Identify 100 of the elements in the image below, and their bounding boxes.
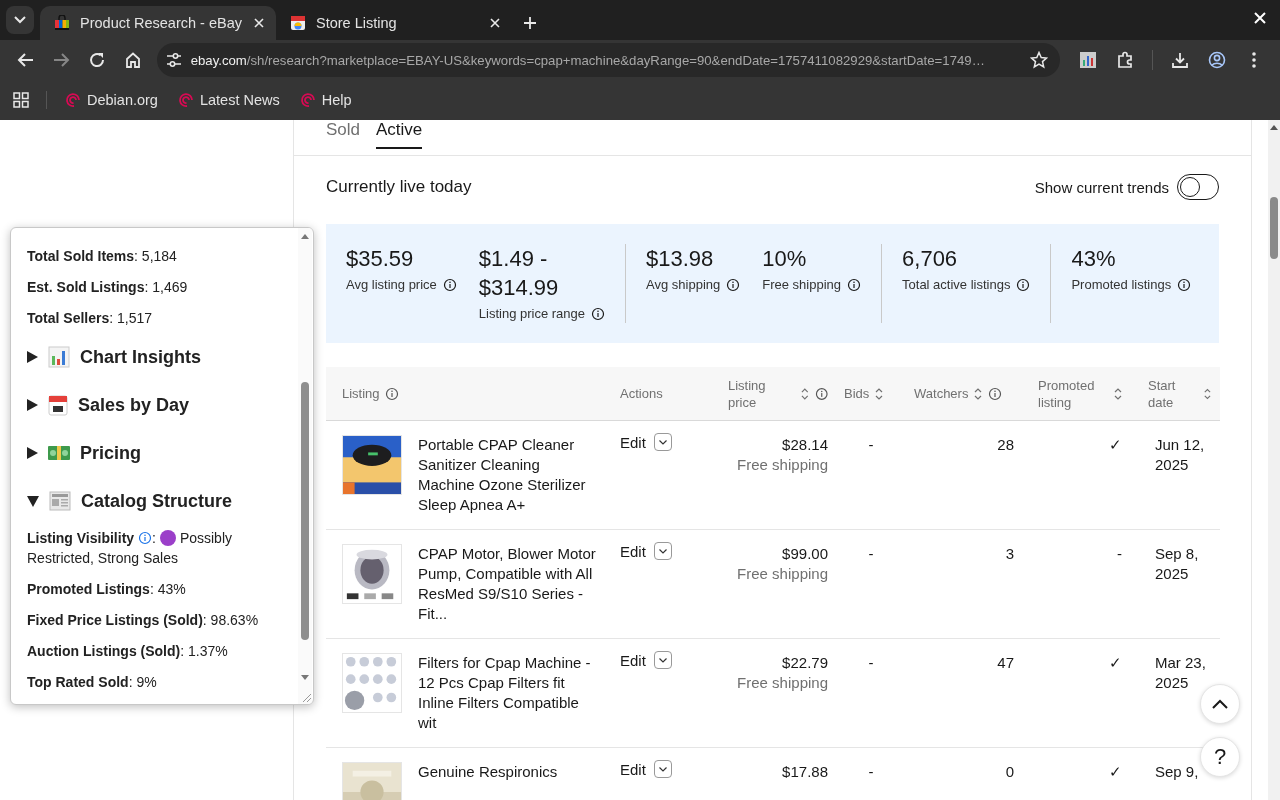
listing-title-link[interactable]: Genuine Respironics — [418, 762, 598, 800]
listing-title-link[interactable]: Portable CPAP Cleaner Sanitizer Cleaning Machine Ozone Sterilizer Sleep Apnea A+ — [418, 435, 598, 515]
swirl-icon — [177, 92, 194, 108]
price: $99.00 — [781, 544, 828, 564]
edit-button[interactable]: Edit — [620, 651, 646, 671]
listing-title-link[interactable]: CPAP Motor, Blower Motor Pump, Compatible with All ResMed S9/S10 Series - Fit... — [418, 544, 598, 624]
plus-icon — [524, 17, 536, 29]
dropdown-button[interactable] — [653, 651, 672, 669]
dropdown-button[interactable] — [653, 760, 672, 778]
stat-label: Promoted listings — [1071, 277, 1172, 292]
swirl-icon — [299, 92, 316, 108]
address-bar[interactable]: ebay.com/sh/research?marketplace=EBAY-US&keywords=cpap+machine&dayRange=90&endDate=1757411082929&startDate=1749… — [156, 43, 1060, 77]
dropdown-button[interactable] — [653, 542, 672, 560]
column-header[interactable]: Listing price — [720, 367, 836, 421]
close-icon — [1254, 12, 1266, 24]
info-icon[interactable] — [442, 277, 457, 292]
scroll-up-icon — [301, 234, 309, 239]
stat-label: Avg shipping — [646, 277, 721, 292]
info-icon[interactable] — [814, 386, 828, 401]
bookmark[interactable]: Latest News — [169, 88, 288, 112]
start-date: Sep 9, — [1155, 763, 1199, 780]
bids-count: - — [868, 436, 874, 453]
shipping-note: Free shipping — [736, 564, 828, 584]
shipping-note: Free shipping — [736, 455, 828, 475]
promoted-status: ✓ — [1109, 763, 1122, 780]
chart-extension-icon — [1079, 51, 1097, 69]
chevron-up-icon — [1212, 699, 1228, 709]
star-icon[interactable] — [1030, 51, 1048, 69]
bar-chart-icon — [48, 346, 70, 368]
promoted-status: ✓ — [1109, 654, 1122, 671]
tab[interactable]: Active — [376, 120, 423, 149]
help-button[interactable]: ? — [1200, 737, 1240, 777]
chevron-down-icon — [658, 548, 667, 554]
window-close-button[interactable] — [1254, 12, 1266, 24]
column-header: Listing — [326, 367, 612, 421]
new-tab-button[interactable] — [522, 15, 538, 31]
browser-tab[interactable]: Product Research - eBay — [40, 6, 276, 40]
section-toggle[interactable]: Chart Insights — [27, 333, 201, 381]
price: $22.79 — [781, 653, 828, 673]
close-icon[interactable] — [254, 18, 264, 28]
section-toggle[interactable]: Sales by Day — [27, 381, 190, 429]
info-icon[interactable] — [1177, 277, 1192, 292]
edit-button[interactable]: Edit — [620, 542, 646, 562]
info-icon[interactable] — [591, 306, 606, 321]
info-icon[interactable] — [988, 386, 1003, 401]
bids-count: - — [868, 545, 874, 562]
bids-count: - — [868, 654, 874, 671]
toggle-label: Show current trends — [1034, 178, 1169, 196]
column-header: Actions — [612, 367, 720, 421]
edit-button[interactable]: Edit — [620, 433, 646, 453]
more-menu-icon — [1252, 52, 1256, 68]
back-to-top-button[interactable] — [1200, 684, 1240, 724]
info-icon[interactable] — [847, 277, 862, 292]
scrollbar[interactable] — [298, 228, 312, 704]
info-icon[interactable] — [384, 386, 399, 401]
column-header[interactable]: Bids — [836, 367, 906, 421]
edit-button[interactable]: Edit — [620, 760, 646, 780]
metric-text: Promoted Listings: 43% — [27, 580, 187, 599]
dropdown-button[interactable] — [653, 433, 672, 451]
column-header[interactable]: Watchers — [906, 367, 1030, 421]
section-heading: Currently live today — [326, 177, 472, 197]
home-icon — [123, 51, 142, 69]
stat-label: Listing price range — [478, 306, 586, 321]
download-icon — [1171, 51, 1189, 69]
stat-value: $1.49 - $314.99 — [478, 245, 560, 302]
scrollbar[interactable] — [1268, 120, 1280, 800]
section-toggle[interactable]: Catalog Structure — [27, 477, 233, 525]
stat-label: Total active listings — [902, 277, 1011, 292]
scrollbar-thumb[interactable] — [1270, 197, 1278, 259]
browser-tab[interactable]: Store Listing — [276, 6, 512, 40]
info-icon[interactable] — [1016, 277, 1031, 292]
bookmark[interactable]: Debian.org — [57, 88, 166, 112]
forward-icon — [52, 51, 71, 69]
chevron-down-icon — [658, 657, 667, 663]
close-icon[interactable] — [490, 18, 500, 28]
scroll-down-icon — [301, 675, 309, 680]
listing-title-link[interactable]: Filters for Cpap Machine - 12 Pcs Cpap Filters fit Inline Filters Compatible wit — [418, 653, 598, 733]
stat-value: $35.59 — [346, 245, 415, 273]
stat-label: Free shipping — [762, 277, 842, 292]
stat-value: 6,706 — [902, 245, 959, 273]
column-header[interactable]: Start date — [1140, 367, 1220, 421]
stat-value: 10% — [762, 245, 808, 273]
tab[interactable]: Sold — [326, 120, 361, 149]
bookmark[interactable]: Help — [291, 88, 360, 112]
toggle-switch[interactable] — [1177, 174, 1219, 200]
chevron-down-icon — [658, 439, 667, 445]
puzzle-icon — [1116, 51, 1134, 69]
tab-search-button[interactable] — [6, 6, 34, 34]
start-date: Jun 12, 2025 — [1155, 436, 1205, 473]
site-settings-icon[interactable] — [164, 51, 183, 69]
metric-text: Fixed Price Listings (Sold): 98.63% — [27, 611, 260, 630]
metric-text: Total Sellers: 1,517 — [27, 308, 154, 328]
info-icon[interactable] — [726, 277, 741, 292]
price: $17.88 — [781, 762, 828, 782]
start-date: Sep 8, 2025 — [1155, 545, 1199, 582]
scrollbar-thumb[interactable] — [301, 382, 309, 640]
column-header[interactable]: Promoted listing — [1030, 367, 1140, 421]
metric-text: Top Rated Sold: 9% — [27, 673, 158, 692]
banknote-icon — [48, 445, 70, 461]
section-toggle[interactable]: Pricing — [27, 429, 141, 477]
